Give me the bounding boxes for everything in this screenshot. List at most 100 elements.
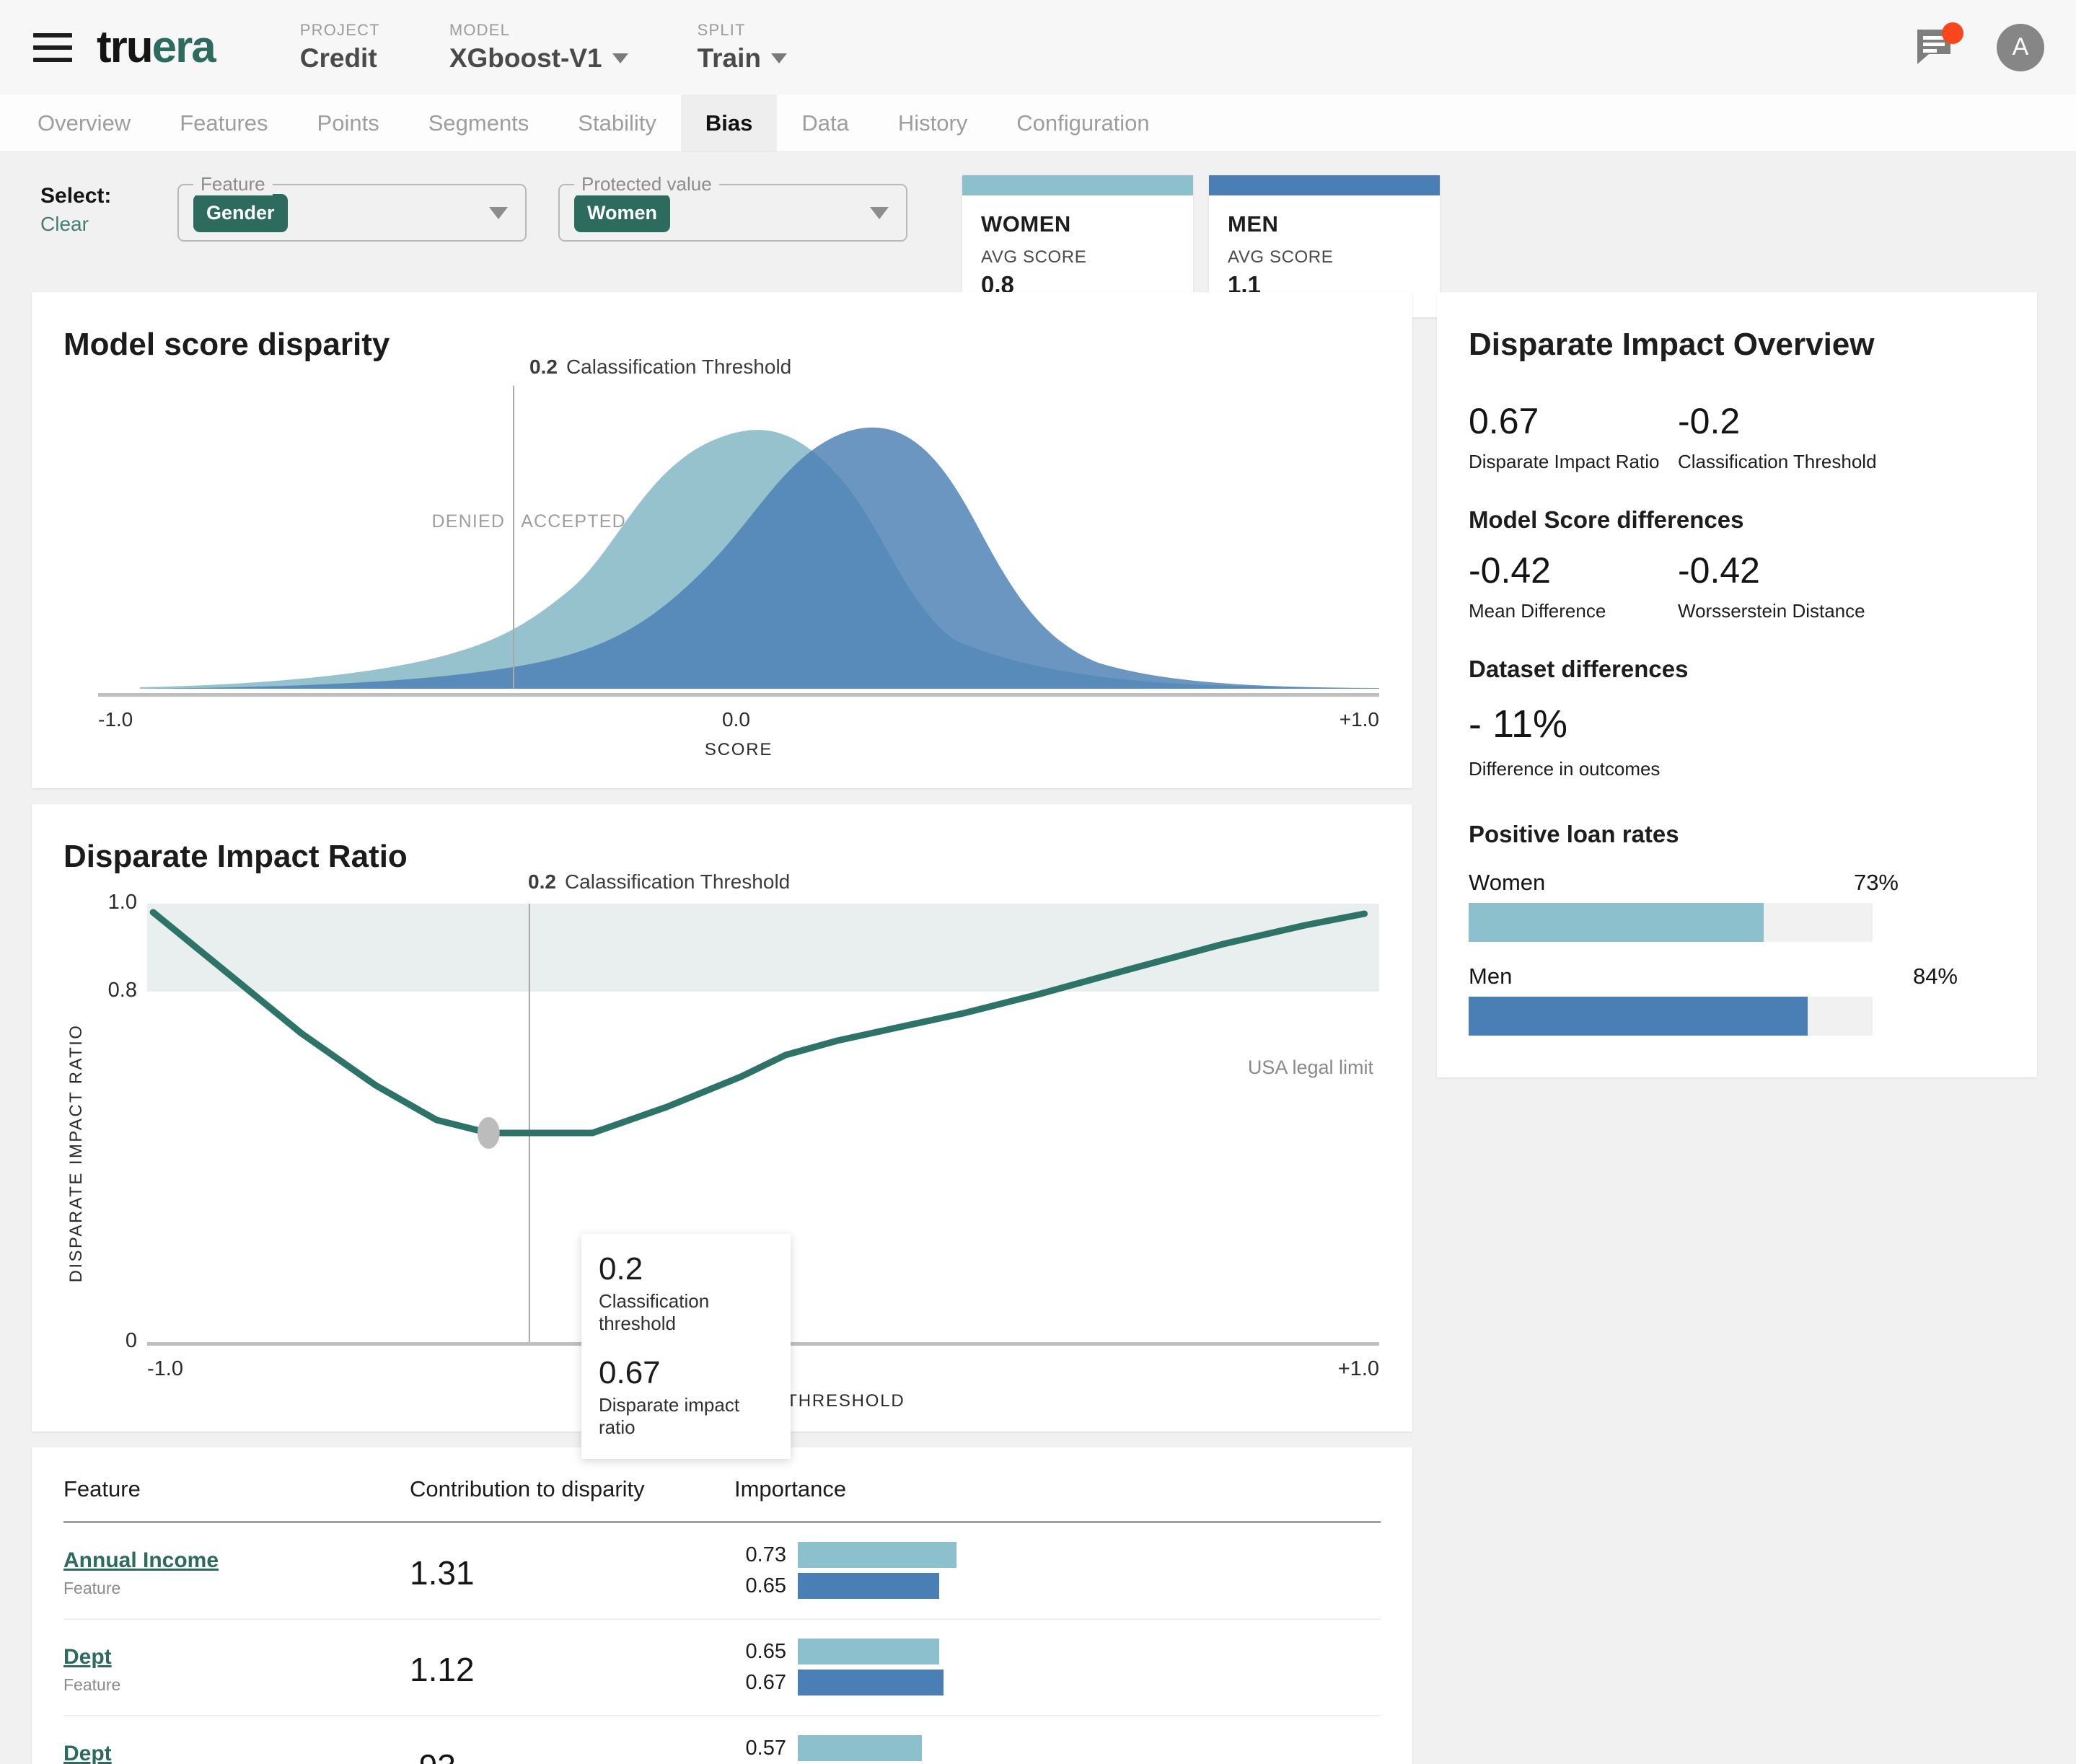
clear-link[interactable]: Clear (40, 213, 128, 236)
wasserstein-value: -0.42 (1678, 550, 1760, 591)
overview-dir-caption: Disparate Impact Ratio (1469, 451, 1660, 472)
dir-threshold-text: Calassification Threshold (564, 870, 791, 893)
score-card-metric-label: AVG SCORE (981, 247, 1087, 267)
feature-select-legend: Feature (193, 173, 273, 195)
loan-rate-men: Men 84% (1469, 963, 2005, 1036)
contribution-value: 1.31 (410, 1554, 475, 1592)
truera-logo[interactable]: truera (97, 22, 216, 72)
dir-chart-title: Disparate Impact Ratio (63, 839, 408, 874)
wasserstein-caption: Worsserstein Distance (1678, 600, 1865, 622)
rate-label: Women (1469, 870, 1546, 895)
menu-icon[interactable] (33, 32, 72, 62)
x-axis-label: SCORE (704, 740, 773, 759)
x-tick: 0.0 (722, 708, 750, 731)
disparate-impact-ratio-card: Disparate Impact Ratio 0.2 Calassificatio… (32, 804, 1412, 1460)
tab-stability[interactable]: Stability (553, 94, 681, 151)
mean-difference-value: -0.42 (1469, 550, 1551, 591)
score-disparity-threshold-value: 0.2 (529, 356, 558, 378)
score-disparity-x-axis: -1.0 0.0 +1.0 SCORE (98, 693, 1379, 760)
overview-dir-value: 0.67 (1469, 401, 1539, 441)
axis-line (98, 693, 1379, 697)
rate-fill (1469, 903, 1764, 942)
overview-threshold-value: -0.2 (1678, 401, 1741, 441)
feature-type: Feature (63, 1578, 121, 1597)
dir-point-marker[interactable] (477, 1117, 500, 1149)
loan-rate-women: Women 73% (1469, 870, 2005, 942)
tab-configuration[interactable]: Configuration (992, 94, 1174, 151)
protected-value-chip[interactable]: Women (574, 193, 671, 232)
avatar[interactable]: A (1997, 23, 2044, 71)
score-card-color-bar (1209, 175, 1440, 195)
tab-bias[interactable]: Bias (680, 94, 778, 151)
rate-track (1469, 903, 1873, 942)
score-disparity-threshold-annotation: 0.2 Calassification Threshold (529, 356, 791, 379)
importance-value-men: 0.65 (745, 1574, 786, 1597)
score-card-title: WOMEN (981, 211, 1071, 237)
split-selector[interactable]: SPLIT Train (698, 21, 787, 74)
importance-bar-women (798, 1639, 939, 1664)
model-selector[interactable]: MODEL XGboost-V1 (449, 21, 628, 74)
importance-value-men: 0.67 (745, 1670, 786, 1694)
feature-link[interactable]: Annual Income (63, 1548, 410, 1573)
chevron-down-icon[interactable] (489, 206, 508, 219)
legal-limit-label: USA legal limit (1247, 1057, 1373, 1078)
threshold-line (513, 386, 515, 689)
feature-type: Feature (63, 1675, 121, 1694)
app-header: truera PROJECT Credit MODEL XGboost-V1 S… (0, 0, 2076, 94)
feature-select[interactable]: Feature Gender (177, 173, 527, 242)
table-row: Dept Feature .93 0.57 0.52 (63, 1716, 1381, 1764)
importance-value-women: 0.57 (745, 1736, 786, 1760)
importance-value-women: 0.65 (745, 1639, 786, 1663)
chevron-down-icon[interactable] (771, 53, 787, 64)
contribution-value: 1.12 (410, 1651, 475, 1688)
logo-tru-text: tru (97, 22, 154, 72)
feature-contribution-table: Feature Contribution to disparity Import… (32, 1447, 1412, 1764)
tab-data[interactable]: Data (777, 94, 873, 151)
model-value: XGboost-V1 (449, 43, 602, 73)
tooltip-dir-caption: Disparate impact ratio (599, 1394, 740, 1439)
notification-badge (1942, 22, 1963, 44)
x-tick: +1.0 (1337, 1357, 1379, 1380)
column-header-importance: Importance (734, 1476, 847, 1501)
feature-link[interactable]: Dept (63, 1742, 410, 1764)
score-disparity-plot: DENIED ACCEPTED (140, 386, 1379, 689)
overview-title: Disparate Impact Overview (1469, 327, 1875, 362)
chevron-down-icon[interactable] (870, 206, 889, 219)
x-tick: -1.0 (98, 708, 133, 731)
y-axis-label: DISPARATE IMPACT RATIO (66, 1023, 86, 1283)
table-row: Annual Income Feature 1.31 0.73 0.65 (63, 1523, 1381, 1620)
primary-nav-tabs: Overview Features Points Segments Stabil… (0, 94, 2076, 152)
mean-difference-caption: Mean Difference (1469, 600, 1606, 622)
project-selector: PROJECT Credit (300, 21, 380, 74)
chevron-down-icon[interactable] (612, 53, 628, 64)
tab-features[interactable]: Features (155, 94, 292, 151)
tab-history[interactable]: History (874, 94, 992, 151)
bias-filter-bar: Select: Clear Feature Gender Protected v… (0, 152, 2076, 317)
importance-value-women: 0.73 (745, 1543, 786, 1566)
importance-bar-men (798, 1573, 939, 1599)
split-label: SPLIT (697, 20, 746, 39)
tab-segments[interactable]: Segments (404, 94, 554, 151)
y-tick: 0 (125, 1329, 137, 1352)
density-curves (140, 427, 1379, 689)
disparate-impact-overview-card: Disparate Impact Overview 0.67 Disparate… (1437, 292, 2037, 1077)
score-card-title: MEN (1228, 211, 1279, 237)
rate-track (1469, 997, 1873, 1036)
feature-chip[interactable]: Gender (193, 193, 288, 232)
overview-threshold-caption: Classification Threshold (1678, 451, 1877, 472)
legal-limit-band (147, 904, 1379, 992)
column-header-contribution: Contribution to disparity (410, 1476, 645, 1501)
dir-tooltip: 0.2 Classification threshold 0.67 Dispar… (581, 1234, 791, 1460)
protected-value-select[interactable]: Protected value Women (558, 173, 907, 242)
tab-overview[interactable]: Overview (13, 94, 155, 151)
tooltip-dir-value: 0.67 (599, 1355, 661, 1391)
tab-points[interactable]: Points (293, 94, 404, 151)
x-tick: -1.0 (147, 1357, 183, 1380)
y-tick: 1.0 (107, 891, 137, 914)
tooltip-threshold-value: 0.2 (599, 1251, 643, 1287)
dataset-differences-heading: Dataset differences (1469, 656, 1689, 682)
project-value: Credit (299, 43, 377, 73)
notifications-button[interactable] (1914, 22, 1963, 69)
y-tick: 0.8 (107, 979, 137, 1002)
feature-link[interactable]: Dept (63, 1645, 410, 1670)
